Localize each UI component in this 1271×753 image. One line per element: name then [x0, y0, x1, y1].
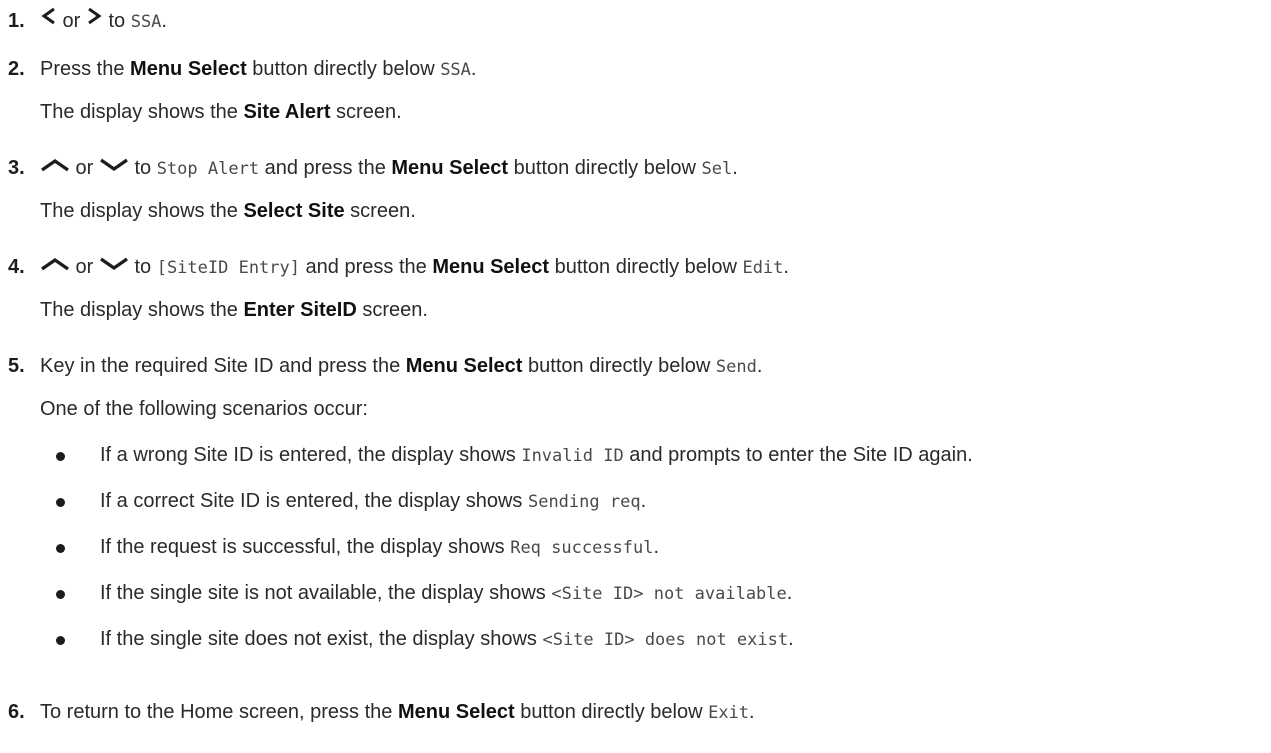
display-message: Sending req [527, 492, 641, 512]
chevron-up-icon [40, 251, 70, 281]
display-message: <Site ID> does not exist [542, 630, 789, 650]
button-name: Menu Select [130, 58, 247, 80]
text-run: screen. [356, 299, 428, 321]
text-run: . [783, 256, 789, 278]
scenario-text: If a correct Site ID is entered, the dis… [100, 486, 646, 517]
step-text: Key in the required Site ID and press th… [40, 351, 762, 382]
step-result: The display shows the Site Alert screen. [40, 97, 402, 127]
button-name: Menu Select [432, 256, 550, 278]
text-run: and press the [259, 157, 392, 179]
menu-label: Send [715, 357, 757, 377]
text-run: The display shows the [40, 299, 244, 321]
button-name: Menu Select [405, 355, 523, 377]
text-run: . [640, 490, 647, 512]
text-run: If a wrong Site ID is entered, the displ… [100, 444, 522, 466]
display-message: <Site ID> not available [551, 584, 787, 604]
bullet-icon [56, 498, 65, 507]
text-run: button directly below [514, 701, 709, 723]
text-run: screen. [344, 200, 416, 222]
chevron-left-icon [40, 5, 57, 35]
text-run: screen. [330, 101, 402, 123]
text-run: button directly below [522, 355, 716, 377]
step-number: 5. [8, 355, 25, 377]
text-run: Press the [40, 58, 131, 80]
menu-label: SSA [130, 12, 162, 32]
screen-name: Site Alert [243, 101, 331, 123]
text-run: to [128, 157, 157, 179]
text-run: . [470, 58, 477, 80]
text-run: If the request is successful, the displa… [100, 536, 511, 558]
chevron-down-icon [99, 152, 129, 182]
bullet-icon [56, 636, 65, 645]
text-run: or [70, 157, 99, 179]
step-result: The display shows the Select Site screen… [40, 196, 416, 226]
step-text: or to Stop Alert and press the Menu Sele… [40, 153, 738, 184]
menu-label: [SiteID Entry] [156, 258, 300, 278]
text-run: Key in the required Site ID and press th… [40, 355, 406, 377]
text-run: If the single site does not exist, the d… [100, 628, 543, 650]
text-run: to [128, 256, 157, 278]
menu-label: SSA [440, 60, 471, 80]
text-run: The display shows the [40, 101, 244, 123]
text-run: . [732, 157, 738, 179]
display-message: Invalid ID [521, 446, 624, 466]
text-run: button directly below [549, 256, 743, 278]
chevron-right-icon [86, 5, 103, 35]
step-text: Press the Menu Select button directly be… [40, 54, 476, 85]
step-number: 6. [8, 701, 25, 723]
text-run: to [102, 10, 131, 32]
button-name: Menu Select [397, 701, 515, 723]
text-run: . [786, 582, 793, 604]
step-result: One of the following scenarios occur: [40, 398, 368, 420]
text-run: and press the [300, 256, 433, 278]
text-run: . [749, 701, 755, 723]
step-number: 1. [8, 10, 25, 32]
bullet-icon [56, 544, 65, 553]
scenario-text: If the request is successful, the displa… [100, 532, 659, 563]
text-run: If the single site is not available, the… [100, 582, 552, 604]
text-run: . [161, 10, 167, 32]
bullet-icon [56, 590, 65, 599]
text-run: or [70, 256, 99, 278]
text-run: The display shows the [40, 200, 244, 222]
step-text: or to [SiteID Entry] and press the Menu … [40, 252, 789, 283]
menu-label: Exit [708, 703, 750, 723]
display-message: Req successful [510, 538, 654, 558]
step-text: To return to the Home screen, press the … [40, 697, 755, 728]
menu-label: Edit [742, 258, 784, 278]
menu-label: Stop Alert [156, 159, 260, 179]
step-number: 4. [8, 256, 25, 278]
button-name: Menu Select [391, 157, 509, 179]
text-run: . [756, 355, 763, 377]
text-run: If a correct Site ID is entered, the dis… [100, 490, 528, 512]
step-text: or to SSA. [40, 6, 167, 37]
screen-name: Select Site [243, 200, 345, 222]
text-run: or [57, 10, 86, 32]
text-run: . [788, 628, 794, 650]
chevron-up-icon [40, 152, 70, 182]
menu-label: Sel [701, 159, 733, 179]
bullet-icon [56, 452, 65, 461]
screen-name: Enter SiteID [243, 299, 357, 321]
step-result: The display shows the Enter SiteID scree… [40, 295, 428, 325]
text-run: To return to the Home screen, press the [40, 701, 398, 723]
text-run: . [653, 536, 660, 558]
step-number: 3. [8, 157, 25, 179]
scenario-text: If the single site is not available, the… [100, 578, 792, 609]
text-run: button directly below [246, 58, 441, 80]
chevron-down-icon [99, 251, 129, 281]
scenario-text: If the single site does not exist, the d… [100, 624, 794, 655]
text-run: button directly below [508, 157, 702, 179]
procedure-document: 1. or to SSA. 2. Press the Menu Select b… [0, 0, 1271, 753]
text-run: and prompts to enter the Site ID again. [623, 444, 973, 466]
scenario-text: If a wrong Site ID is entered, the displ… [100, 440, 973, 471]
step-number: 2. [8, 58, 25, 80]
